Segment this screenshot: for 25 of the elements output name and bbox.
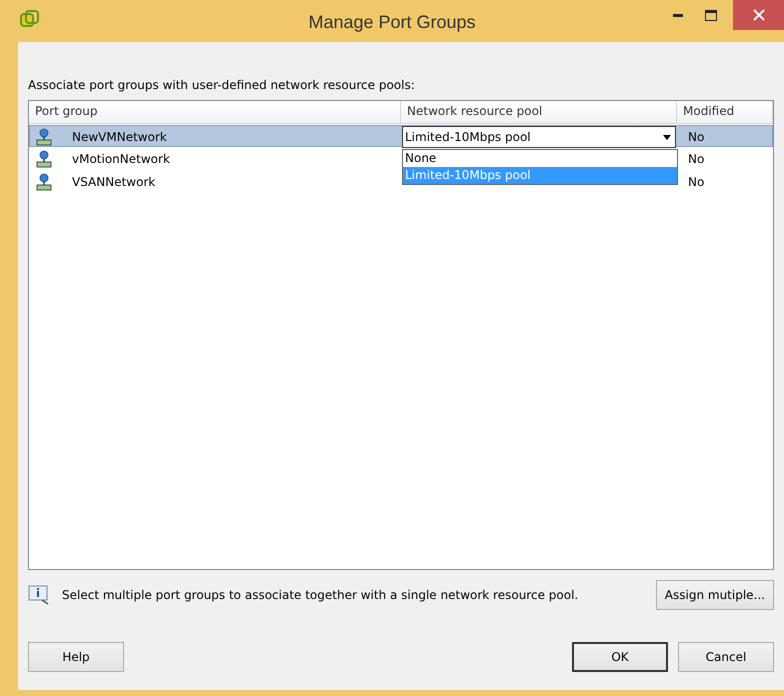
close-button[interactable] bbox=[733, 0, 784, 30]
network-icon bbox=[36, 128, 52, 146]
ok-button[interactable]: OK bbox=[572, 642, 668, 672]
app-logo-icon bbox=[20, 10, 40, 28]
minimize-icon bbox=[673, 14, 683, 16]
hint-text: Select multiple port groups to associate together with a single network resource pool. bbox=[62, 588, 580, 602]
help-button[interactable]: Help bbox=[28, 642, 124, 672]
modified-value: No bbox=[687, 152, 706, 166]
dropdown-arrow-icon bbox=[663, 134, 671, 140]
port-group-name[interactable]: NewVMNetwork bbox=[72, 130, 167, 144]
column-header[interactable]: Modified bbox=[677, 101, 773, 123]
pool-value: Limited-10Mbps pool bbox=[405, 130, 531, 144]
close-icon bbox=[752, 9, 764, 21]
instruction-text: Associate port groups with user-defined network resource pools: bbox=[28, 78, 416, 92]
port-group-name[interactable]: vMotionNetwork bbox=[72, 152, 170, 166]
assign-multiple-button[interactable]: Assign mutiple... bbox=[656, 580, 774, 610]
modified-value: No bbox=[687, 130, 706, 144]
network-icon bbox=[36, 150, 52, 168]
info-icon bbox=[28, 585, 50, 605]
cancel-button[interactable]: Cancel bbox=[678, 642, 774, 672]
column-header[interactable]: Network resource pool bbox=[401, 101, 677, 123]
column-header[interactable]: Port group bbox=[29, 101, 401, 123]
maximize-icon bbox=[705, 10, 717, 20]
network-icon bbox=[36, 173, 52, 191]
window-title: Manage Port Groups bbox=[307, 12, 477, 33]
